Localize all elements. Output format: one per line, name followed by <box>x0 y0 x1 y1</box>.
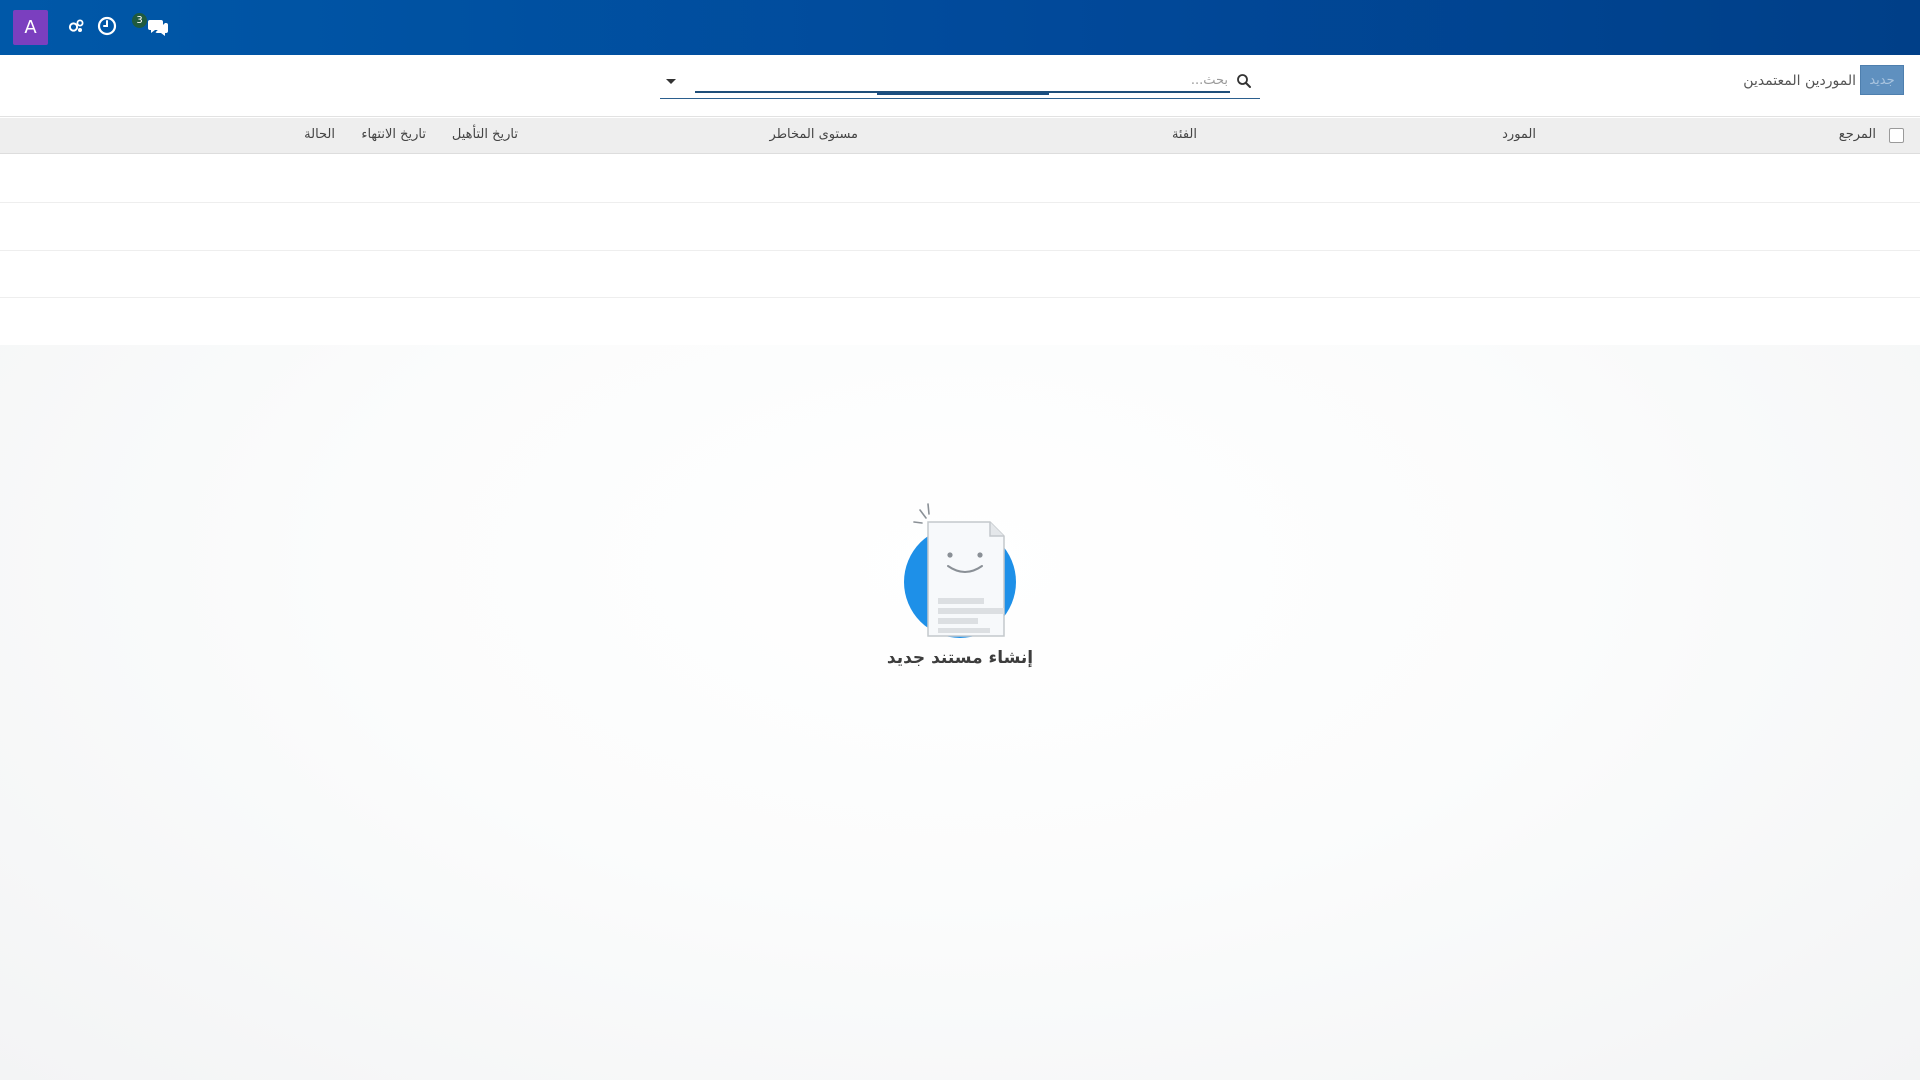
column-header-risk-level[interactable]: مستوى المخاطر <box>770 127 858 142</box>
messages-badge: 3 <box>132 13 147 28</box>
search-bar <box>660 65 1260 99</box>
table-row-empty <box>0 155 1920 203</box>
search-input[interactable] <box>695 69 1230 93</box>
table-row-empty <box>0 250 1920 298</box>
chat-icon[interactable] <box>145 14 173 38</box>
top-navbar: A 3 <box>0 0 1920 55</box>
select-all-checkbox[interactable] <box>1889 128 1904 143</box>
column-header-supplier[interactable]: المورد <box>1502 127 1536 142</box>
column-header-qualification-date[interactable]: تاريخ التأهيل <box>452 127 518 142</box>
empty-state: إنشاء مستند جديد <box>880 500 1040 690</box>
control-panel: جديد الموردين المعتمدين <box>0 55 1920 117</box>
list-table-header: المرجع المورد الفئة مستوى المخاطر تاريخ … <box>0 118 1920 154</box>
user-avatar[interactable]: A <box>13 10 48 45</box>
column-header-expiry-date[interactable]: تاريخ الانتهاء <box>361 127 426 142</box>
new-button[interactable]: جديد <box>1860 65 1904 95</box>
empty-state-title[interactable]: إنشاء مستند جديد <box>880 648 1040 668</box>
search-loading-indicator <box>877 92 1049 95</box>
clock-icon[interactable] <box>95 14 119 38</box>
column-header-category[interactable]: الفئة <box>1172 127 1197 142</box>
activities-icon[interactable] <box>64 14 88 38</box>
search-options-toggle[interactable] <box>663 73 679 89</box>
table-row-empty <box>0 298 1920 346</box>
column-header-status[interactable]: الحالة <box>304 127 335 142</box>
breadcrumb: الموردين المعتمدين <box>1743 73 1856 89</box>
column-header-reference[interactable]: المرجع <box>1839 127 1876 142</box>
empty-document-illustration-icon <box>900 500 1025 640</box>
empty-state-background <box>0 345 1920 1080</box>
search-icon[interactable] <box>1236 73 1252 89</box>
table-row-empty <box>0 203 1920 251</box>
